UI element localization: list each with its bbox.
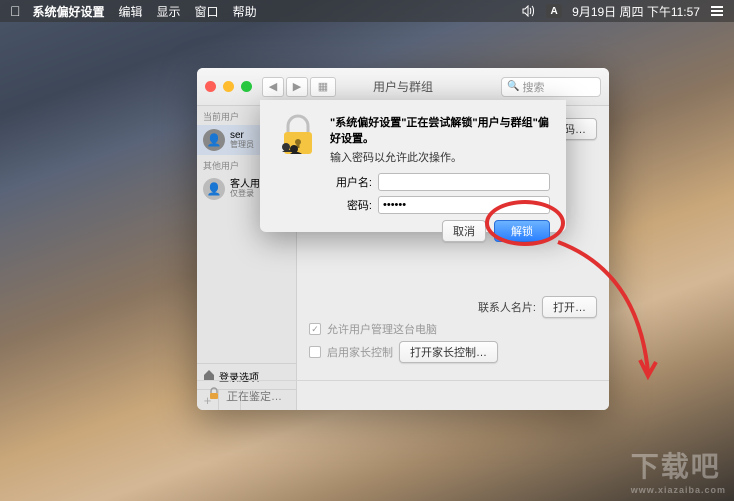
search-icon: 🔍 <box>507 81 519 92</box>
avatar-icon: 👤 <box>203 129 225 151</box>
minimize-button[interactable] <box>223 81 234 92</box>
forward-button[interactable]: ▶ <box>286 77 308 97</box>
menu-window[interactable]: 窗口 <box>195 3 219 20</box>
watermark: 下载吧 www.xiazaiba.com <box>631 445 726 495</box>
lock-large-icon <box>276 114 320 158</box>
lock-icon <box>207 387 221 404</box>
close-button[interactable] <box>205 81 216 92</box>
menu-edit[interactable]: 编辑 <box>119 3 143 20</box>
username-label: 用户名: <box>276 174 372 190</box>
menubar:  系统偏好设置 编辑 显示 窗口 帮助 A 9月19日 周四 下午11:57 <box>0 0 734 22</box>
zoom-button[interactable] <box>241 81 252 92</box>
open-contact-button[interactable]: 打开… <box>542 296 597 318</box>
app-name[interactable]: 系统偏好设置 <box>33 3 105 20</box>
cancel-button[interactable]: 取消 <box>442 220 486 242</box>
search-field[interactable]: 🔍 搜索 <box>501 77 601 97</box>
unlock-button[interactable]: 解锁 <box>494 220 550 242</box>
volume-icon[interactable] <box>522 5 536 17</box>
apple-menu[interactable]:  <box>10 3 21 19</box>
open-parental-button[interactable]: 打开家长控制… <box>399 341 498 363</box>
allow-admin-label: 允许用户管理这台电脑 <box>327 321 437 337</box>
username-input[interactable] <box>378 173 550 191</box>
menu-view[interactable]: 显示 <box>157 3 181 20</box>
password-input[interactable] <box>378 196 550 214</box>
sheet-title: "系统偏好设置"正在尝试解锁"用户与群组"偏好设置。 <box>330 114 550 146</box>
parental-label: 启用家长控制 <box>327 344 393 360</box>
datetime[interactable]: 9月19日 周四 下午11:57 <box>572 3 700 20</box>
ime-indicator[interactable]: A <box>546 4 562 18</box>
avatar-icon: 👤 <box>203 178 225 200</box>
notification-icon[interactable] <box>710 5 724 17</box>
window-title: 用户与群组 <box>373 78 433 95</box>
lock-text: 正在鉴定… <box>227 388 282 404</box>
contact-card-label: 联系人名片: <box>478 299 536 315</box>
allow-admin-checkbox[interactable]: ✓ <box>309 323 321 335</box>
auth-sheet: "系统偏好设置"正在尝试解锁"用户与群组"偏好设置。 输入密码以允许此次操作。 … <box>260 100 566 232</box>
back-button[interactable]: ◀ <box>262 77 284 97</box>
parental-checkbox[interactable] <box>309 346 321 358</box>
sheet-subtitle: 输入密码以允许此次操作。 <box>330 149 550 165</box>
password-label: 密码: <box>276 197 372 213</box>
lock-bar[interactable]: 正在鉴定… <box>197 380 609 410</box>
menu-help[interactable]: 帮助 <box>233 3 257 20</box>
grid-button[interactable]: ▦ <box>310 77 336 97</box>
